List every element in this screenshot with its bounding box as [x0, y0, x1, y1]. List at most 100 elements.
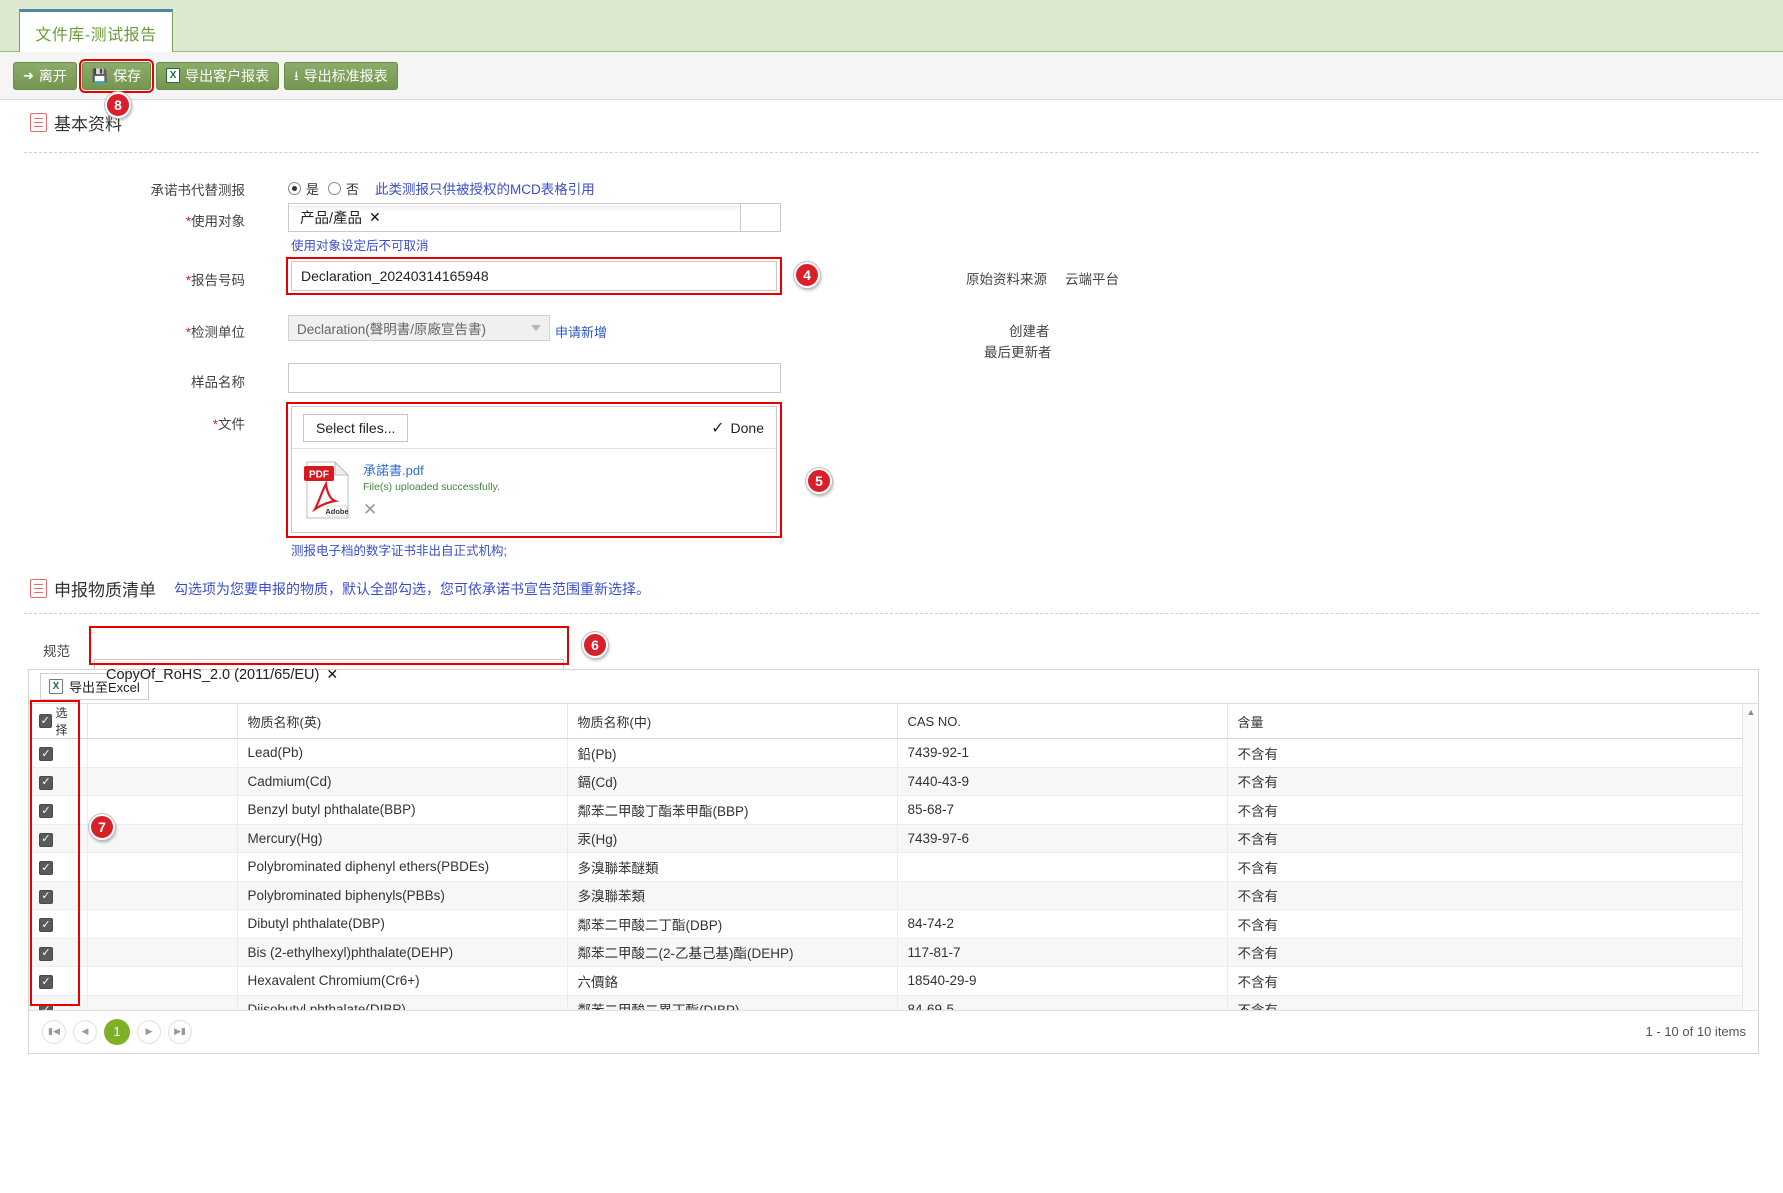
usage-object-token[interactable]: 产品/產品 ✕ [293, 205, 386, 230]
row-name-en: Cadmium(Cd) [237, 767, 568, 796]
spec-token[interactable]: CopyOf_RoHS_2.0 (2011/65/EU) ✕ [99, 664, 343, 685]
substance-grid: X 导出至Excel ✓ 选择 物质名称(英) 物质名称(中) CAS NO. … [28, 669, 1759, 1030]
report-no-label: *报告号码 [185, 273, 245, 288]
save-button-label: 保存 [113, 67, 142, 84]
row-checkbox[interactable]: ✓ [39, 889, 53, 904]
file-upload-header: Select files... ✓ Done [292, 407, 776, 449]
row-name-zh: 鄰苯二甲酸丁酯苯甲酯(BBP) [567, 795, 898, 825]
row-name-zh: 六價鉻 [567, 966, 898, 996]
export-standard-report-button[interactable]: ⭳ 导出标准报表 [284, 61, 398, 90]
list-icon [30, 113, 47, 132]
save-button[interactable]: 💾 保存 [78, 58, 155, 93]
row-cas-no: 7439-92-1 [897, 738, 1228, 768]
source-value: 云端平台 [1065, 272, 1119, 287]
usage-object-token-label: 产品/產品 [300, 211, 363, 227]
step-badge-6: 6 [582, 632, 608, 658]
step-badge-7: 7 [89, 814, 115, 840]
source-label: 原始资料来源 [966, 272, 1047, 287]
row-checkbox[interactable]: ✓ [39, 775, 53, 790]
grid-vertical-scrollbar[interactable]: ▲ [1742, 704, 1758, 1024]
pager-next-button[interactable]: ▶ [137, 1019, 161, 1044]
tab-file-library-test-report[interactable]: 文件库-测试报告 [19, 9, 173, 53]
row-checkbox[interactable]: ✓ [39, 918, 53, 932]
row-cas-no [897, 881, 1228, 910]
column-select-label: 选择 [55, 706, 68, 737]
pager-prev-button[interactable]: ◀ [73, 1019, 97, 1044]
excel-icon: X [49, 679, 63, 694]
select-all-checkbox[interactable]: ✓ [39, 714, 52, 728]
row-select-cell[interactable]: ✓ [29, 881, 88, 910]
usage-object-dropdown[interactable] [740, 204, 780, 231]
remove-token-icon[interactable]: ✕ [369, 209, 381, 226]
remove-file-icon[interactable]: ✕ [363, 500, 377, 520]
row-select-cell[interactable]: ✓ [29, 767, 88, 796]
row-content: 不含有 [1227, 938, 1758, 967]
spec-token-label: CopyOf_RoHS_2.0 (2011/65/EU) [106, 666, 320, 683]
radio-no[interactable] [328, 181, 342, 195]
export-customer-report-button[interactable]: X 导出客户报表 [156, 61, 280, 90]
column-content[interactable]: 含量 [1227, 704, 1758, 739]
sample-name-input[interactable] [288, 363, 781, 393]
row-name-zh: 鄰苯二甲酸二丁酯(DBP) [567, 909, 898, 939]
table-row[interactable]: ✓ Polybrominated diphenyl ethers(PBDEs) 多溴… [29, 852, 1758, 882]
column-name-zh[interactable]: 物质名称(中) [567, 704, 898, 739]
pledge-radio-group[interactable]: 是 否 此类测报只供被授权的MCD表格引用 [288, 178, 595, 198]
row-select-cell[interactable]: ✓ [29, 824, 88, 853]
table-row[interactable]: ✓ Lead(Pb) 鉛(Pb) 7439-92-1 不含有 [29, 738, 1758, 768]
usage-object-input[interactable]: 产品/產品 ✕ [288, 203, 781, 232]
leave-button[interactable]: ➜ 离开 [13, 61, 77, 90]
table-row[interactable]: ✓ Mercury(Hg) 汞(Hg) 7439-97-6 不含有 [29, 824, 1758, 853]
row-select-cell[interactable]: ✓ [29, 966, 88, 996]
apply-new-link[interactable]: 申请新增 [555, 322, 607, 341]
row-checkbox[interactable]: ✓ [39, 975, 53, 989]
column-name-en[interactable]: 物质名称(英) [237, 704, 568, 739]
row-name-zh: 鎘(Cd) [567, 767, 898, 796]
table-row[interactable]: ✓ Benzyl butyl phthalate(BBP) 鄰苯二甲酸丁酯苯甲酯(B… [29, 795, 1758, 825]
row-name-zh: 鄰苯二甲酸二(2-乙基己基)酯(DEHP) [567, 938, 898, 967]
select-files-button[interactable]: Select files... [303, 413, 409, 442]
pager-current-page[interactable]: 1 [104, 1018, 130, 1045]
test-unit-select[interactable]: Declaration(聲明書/原廠宣告書) [288, 315, 550, 341]
row-checkbox[interactable]: ✓ [39, 804, 53, 818]
row-name-en: Polybrominated diphenyl ethers(PBDEs) [237, 852, 568, 882]
report-no-input[interactable]: Declaration_20240314165948 [291, 261, 777, 291]
table-row[interactable]: ✓ Dibutyl phthalate(DBP) 鄰苯二甲酸二丁酯(DBP) 84-7… [29, 909, 1758, 939]
row-content: 不含有 [1227, 966, 1758, 996]
row-select-cell[interactable]: ✓ [29, 795, 88, 825]
grid-pager: ▮◀ ◀ 1 ▶ ▶▮ 1 - 10 of 10 items [29, 1010, 1758, 1052]
row-select-cell[interactable]: ✓ [29, 852, 88, 882]
row-checkbox[interactable]: ✓ [39, 832, 53, 847]
column-blank [87, 704, 238, 739]
column-select[interactable]: ✓ 选择 [29, 704, 88, 739]
pager-last-button[interactable]: ▶▮ [168, 1019, 192, 1044]
row-select-cell[interactable]: ✓ [29, 938, 88, 967]
radio-yes[interactable] [288, 181, 301, 195]
row-checkbox[interactable]: ✓ [39, 946, 53, 961]
row-name-en: Benzyl butyl phthalate(BBP) [237, 795, 568, 825]
column-cas-no[interactable]: CAS NO. [897, 704, 1228, 739]
pager-first-button[interactable]: ▮◀ [42, 1019, 66, 1044]
scroll-up-icon[interactable]: ▲ [1743, 704, 1759, 720]
usage-object-note: 使用对象设定后不可取消 [291, 239, 429, 253]
select-files-label: Select files... [316, 419, 396, 436]
floppy-disk-icon: 💾 [91, 68, 109, 83]
row-checkbox[interactable]: ✓ [39, 747, 53, 761]
table-row[interactable]: ✓ Cadmium(Cd) 鎘(Cd) 7440-43-9 不含有 [29, 767, 1758, 796]
step-badge-5: 5 [806, 468, 832, 494]
row-name-en: Hexavalent Chromium(Cr6+) [237, 966, 568, 996]
updater-label: 最后更新者 [984, 345, 1052, 360]
table-row[interactable]: ✓ Bis (2-ethylhexyl)phthalate(DEHP) 鄰苯二甲酸二… [29, 938, 1758, 967]
row-blank-cell [87, 852, 238, 882]
row-blank-cell [87, 938, 238, 967]
row-checkbox[interactable]: ✓ [39, 861, 53, 875]
row-cas-no: 117-81-7 [897, 938, 1228, 967]
table-row[interactable]: ✓ Polybrominated biphenyls(PBBs) 多溴聯苯類 不含有 [29, 881, 1758, 910]
svg-text:Adobe: Adobe [325, 507, 348, 516]
uploaded-file-name[interactable]: 承諾書.pdf [363, 460, 500, 479]
remove-spec-token-icon[interactable]: ✕ [326, 666, 338, 683]
download-icon: ⭳ [294, 68, 299, 83]
pledge-note: 此类测报只供被授权的MCD表格引用 [375, 182, 595, 197]
table-row[interactable]: ✓ Hexavalent Chromium(Cr6+) 六價鉻 18540-29-9 不… [29, 966, 1758, 996]
row-select-cell[interactable]: ✓ [29, 909, 88, 939]
row-select-cell[interactable]: ✓ [29, 738, 88, 768]
